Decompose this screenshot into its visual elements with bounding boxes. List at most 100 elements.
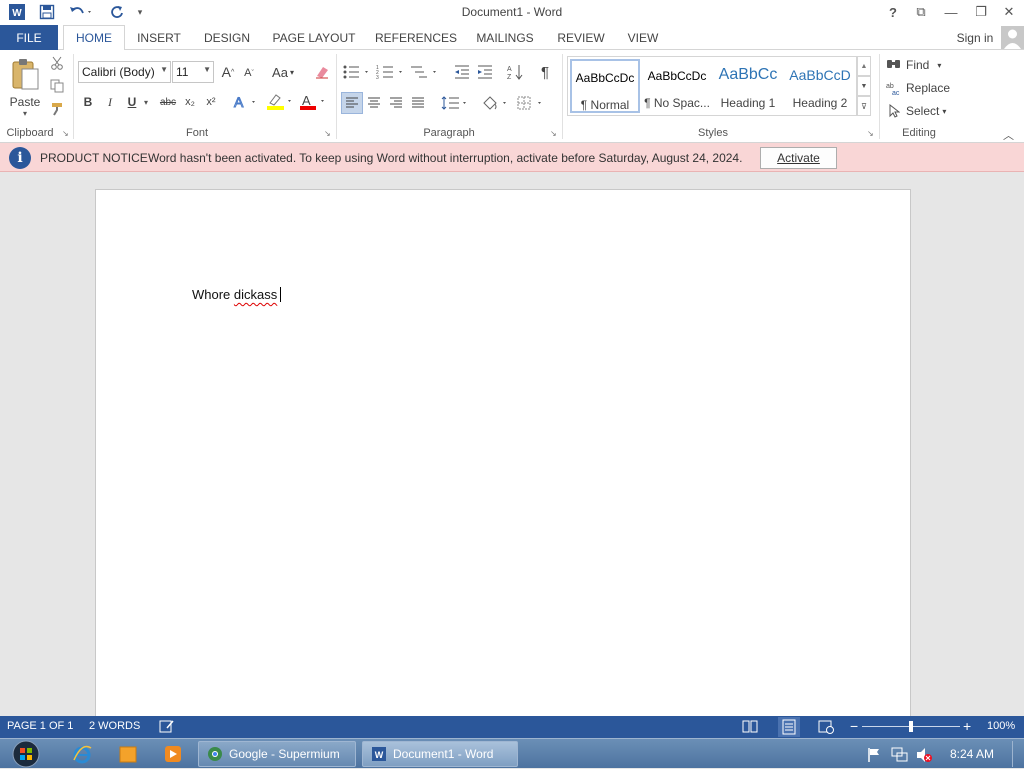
align-center-icon[interactable] [364, 92, 384, 114]
align-right-icon[interactable] [386, 92, 406, 114]
styles-scroll-up-icon[interactable]: ▲ [857, 56, 871, 76]
read-mode-icon[interactable] [742, 719, 758, 734]
browser-icon [208, 747, 222, 761]
zoom-out-icon[interactable]: − [850, 718, 858, 734]
style-normal[interactable]: AaBbCcDc ¶ Normal [570, 59, 640, 113]
find-icon [887, 60, 900, 68]
media-player-icon[interactable] [163, 744, 183, 764]
show-desktop-button[interactable] [1012, 741, 1022, 767]
font-launcher-icon[interactable]: ↘ [324, 129, 331, 138]
clear-formatting-icon[interactable] [312, 62, 332, 82]
highlight-color-icon[interactable] [265, 92, 295, 112]
print-layout-icon[interactable] [778, 717, 800, 737]
style-no-spacing[interactable]: AaBbCcDc ¶ No Spac... [642, 59, 712, 113]
word-count-status[interactable]: 2 WORDS [89, 720, 140, 732]
document-text[interactable]: Whore dickass [192, 287, 282, 302]
shading-icon[interactable] [480, 92, 512, 114]
ribbon-tabs: FILE HOME INSERT DESIGN PAGE LAYOUT REFE… [0, 25, 1024, 51]
tab-design[interactable]: DESIGN [200, 25, 254, 50]
tab-mailings[interactable]: MAILINGS [472, 25, 538, 50]
styles-group-label: Styles [698, 127, 728, 139]
subscript-button[interactable]: x₂ [181, 92, 199, 112]
font-name-combo[interactable]: Calibri (Body) ▼ [78, 61, 171, 83]
numbering-icon[interactable]: 123 [376, 62, 406, 82]
bullets-icon[interactable] [342, 62, 372, 82]
tab-view[interactable]: VIEW [624, 25, 662, 50]
minimize-button[interactable]: — [936, 2, 966, 22]
file-explorer-icon[interactable] [118, 744, 138, 764]
zoom-in-icon[interactable]: + [963, 718, 971, 734]
replace-button[interactable]: ab ac Replace [886, 78, 952, 98]
styles-more-icon[interactable]: ⊽ [857, 96, 871, 116]
internet-explorer-icon[interactable] [72, 744, 92, 764]
tab-review[interactable]: REVIEW [555, 25, 607, 50]
volume-muted-icon[interactable] [915, 747, 933, 763]
sign-in-link[interactable]: Sign in [952, 25, 998, 50]
strikethrough-button[interactable]: abc [156, 92, 180, 112]
shrink-font-button[interactable]: Aˇ [241, 64, 257, 82]
ribbon-display-options-button[interactable]: ⧉ [906, 2, 936, 22]
svg-text:A: A [302, 93, 311, 108]
action-center-flag-icon[interactable] [866, 747, 882, 763]
select-button[interactable]: Select ▾ [888, 101, 950, 121]
font-group-label: Font [185, 127, 208, 139]
help-button[interactable]: ? [878, 2, 908, 22]
decrease-indent-icon[interactable] [452, 62, 472, 82]
close-button[interactable]: ✕ [994, 2, 1024, 22]
styles-scroll-down-icon[interactable]: ▼ [857, 76, 871, 96]
justify-icon[interactable] [408, 92, 428, 114]
tab-home[interactable]: HOME [63, 25, 125, 51]
underline-button[interactable]: U [124, 92, 140, 112]
tab-page-layout[interactable]: PAGE LAYOUT [270, 25, 358, 50]
ribbon-home: Paste ▾ Clipboard ↘ Calibri (Body) ▼ 11 ▼ … [0, 50, 1024, 143]
sort-icon[interactable]: AZ [505, 62, 525, 82]
taskbar: Google - Supermium W Document1 - Word 8:… [0, 738, 1024, 768]
tab-references[interactable]: REFERENCES [375, 25, 457, 50]
increase-indent-icon[interactable] [475, 62, 495, 82]
avatar[interactable] [1001, 26, 1024, 49]
web-layout-icon[interactable] [818, 719, 834, 734]
text-effects-icon[interactable]: A [232, 92, 260, 112]
network-icon[interactable] [891, 747, 909, 763]
superscript-button[interactable]: x² [202, 92, 220, 112]
notice-message: Word hasn't been activated. To keep usin… [148, 151, 743, 165]
page-count-status[interactable]: PAGE 1 OF 1 [7, 720, 73, 732]
italic-button[interactable]: I [102, 92, 118, 112]
window-title: Document1 - Word [461, 5, 563, 19]
style-heading-1[interactable]: AaBbCc Heading 1 [713, 59, 783, 113]
tab-insert[interactable]: INSERT [134, 25, 184, 50]
underline-dropdown-icon[interactable]: ▾ [144, 98, 148, 107]
zoom-slider-thumb[interactable] [909, 721, 913, 732]
paragraph-launcher-icon[interactable]: ↘ [550, 129, 557, 138]
tab-file[interactable]: FILE [0, 25, 58, 50]
styles-launcher-icon[interactable]: ↘ [867, 129, 874, 138]
activate-button[interactable]: Activate [760, 147, 837, 169]
collapse-ribbon-icon[interactable]: ︿ [1003, 127, 1014, 143]
system-clock[interactable]: 8:24 AM [950, 747, 994, 761]
style-heading-2[interactable]: AaBbCcD Heading 2 [785, 59, 855, 113]
zoom-level[interactable]: 100% [987, 720, 1015, 732]
format-painter-icon[interactable] [48, 100, 66, 118]
copy-icon[interactable] [48, 77, 66, 95]
proofing-icon[interactable] [159, 719, 175, 734]
line-spacing-icon[interactable] [440, 92, 470, 114]
svg-text:A: A [234, 94, 244, 110]
grow-font-button[interactable]: A ^ [219, 62, 237, 82]
taskbar-app-word[interactable]: W Document1 - Word [362, 741, 518, 767]
find-button[interactable]: Find ▾ [886, 55, 948, 75]
taskbar-app-browser[interactable]: Google - Supermium [198, 741, 356, 767]
clipboard-launcher-icon[interactable]: ↘ [62, 129, 69, 138]
font-color-icon[interactable]: A [298, 92, 328, 112]
multilevel-list-icon[interactable] [410, 62, 440, 82]
align-left-icon[interactable] [341, 92, 363, 114]
show-formatting-marks-button[interactable]: ¶ [536, 62, 554, 82]
paste-button[interactable]: Paste ▾ [6, 54, 44, 120]
bold-button[interactable]: B [80, 92, 96, 112]
font-size-combo[interactable]: 11 ▼ [172, 61, 214, 83]
change-case-button[interactable]: Aa ▾ [268, 62, 298, 82]
borders-icon[interactable] [515, 92, 547, 114]
cut-icon[interactable] [48, 54, 66, 72]
document-page[interactable]: Whore dickass [95, 189, 911, 729]
restore-button[interactable]: ❐ [966, 2, 996, 22]
start-button[interactable] [8, 739, 44, 769]
